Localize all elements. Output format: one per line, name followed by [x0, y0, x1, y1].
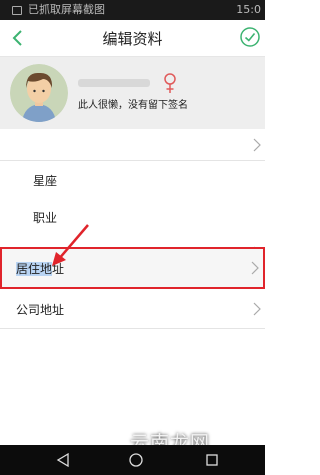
- list-item-constellation[interactable]: 星座: [0, 161, 265, 200]
- screenshot-icon: [12, 6, 22, 15]
- chevron-right-icon: [251, 261, 259, 275]
- nickname-blurred: [78, 79, 150, 87]
- list-item-top[interactable]: [0, 130, 265, 161]
- status-notice: 已抓取屏幕截图: [28, 3, 105, 16]
- list-item-company-address[interactable]: 公司地址: [0, 290, 265, 329]
- status-time: 15:0: [236, 3, 261, 16]
- nav-recent-apps-icon[interactable]: [205, 453, 219, 467]
- avatar[interactable]: [10, 64, 68, 122]
- chevron-right-icon: [253, 138, 261, 152]
- nav-home-icon[interactable]: [128, 452, 144, 468]
- nav-back-icon[interactable]: [56, 453, 70, 467]
- list-item-residence-address[interactable]: 居住地址: [0, 247, 265, 289]
- avatar-illustration: [10, 64, 68, 122]
- profile-header: 此人很懒，没有留下签名: [0, 57, 265, 129]
- confirm-check-icon[interactable]: [239, 26, 261, 48]
- female-gender-icon: [164, 73, 176, 93]
- selected-text: 居住地: [16, 262, 53, 276]
- chevron-right-icon: [253, 302, 261, 316]
- status-bar: 已抓取屏幕截图 15:0: [0, 0, 265, 20]
- list-item-label: 星座: [33, 174, 58, 188]
- list-item-occupation[interactable]: 职业: [0, 198, 265, 237]
- title-bar: 编辑资料: [0, 20, 265, 57]
- red-annotation-arrow: [52, 224, 89, 266]
- page-title: 编辑资料: [102, 30, 163, 48]
- signature-text: 此人很懒，没有留下签名: [78, 100, 188, 111]
- list-item-label: 公司地址: [16, 303, 65, 317]
- system-nav-bar: [0, 445, 265, 475]
